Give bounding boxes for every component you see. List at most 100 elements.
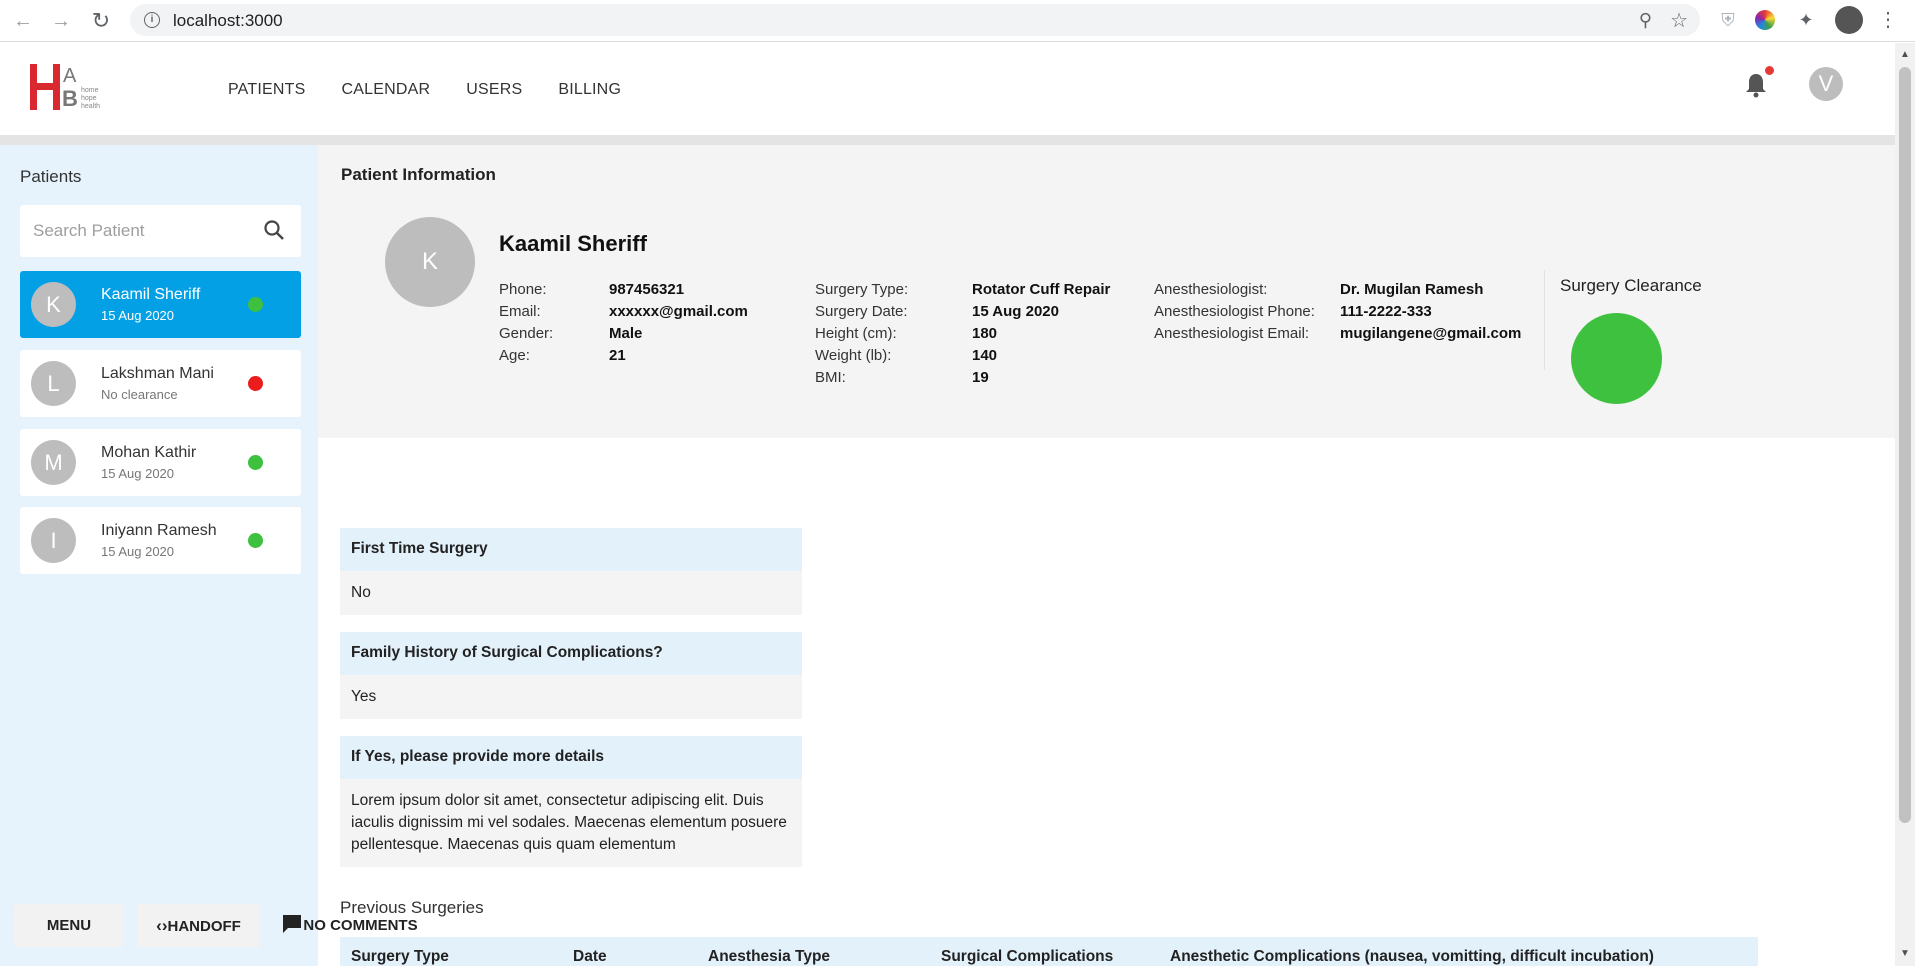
patient-list-item[interactable]: M Mohan Kathir 15 Aug 2020: [20, 429, 301, 496]
anesthesiologist-value: Dr. Mugilan Ramesh: [1340, 281, 1484, 298]
surgery-clearance-title: Surgery Clearance: [1560, 276, 1702, 295]
nav-calendar[interactable]: CALENDAR: [341, 81, 430, 99]
extensions-puzzle-icon[interactable]: ✦: [1794, 8, 1818, 32]
contact-info: Phone: 987456321 Email: xxxxxx@gmail.com…: [499, 279, 799, 369]
back-icon[interactable]: ←: [10, 8, 36, 34]
anesthesiologist-label: Anesthesiologist:: [1154, 281, 1268, 298]
search-icon[interactable]: [263, 219, 285, 241]
browser-toolbar: ← → ↻ i localhost:3000 ⚲ ☆ ⛨ ✦ ⋮: [0, 0, 1915, 42]
svg-text:health: health: [81, 103, 100, 110]
menu-button[interactable]: MENU: [14, 904, 124, 947]
surgery-date-value: 15 Aug 2020: [972, 303, 1059, 320]
sidebar-title: Patients: [20, 167, 82, 186]
svg-text:A: A: [63, 65, 77, 87]
anesthesiologist-phone-label: Anesthesiologist Phone:: [1154, 303, 1315, 320]
main-nav: PATIENTS CALENDAR USERS BILLING: [228, 81, 621, 99]
comments-button[interactable]: NO COMMENTS: [272, 904, 427, 947]
anesthesiologist-phone-value: 111-2222-333: [1340, 303, 1432, 320]
patient-name: Kaamil Sheriff: [101, 286, 201, 303]
surgery-date-label: Surgery Date:: [815, 303, 908, 320]
column-header: Anesthesia Type: [708, 948, 831, 965]
surgery-type-label: Surgery Type:: [815, 281, 909, 298]
patient-name: Iniyann Ramesh: [101, 522, 217, 539]
answer-text: No: [351, 584, 371, 601]
question-text: Family History of Surgical Complications…: [340, 632, 802, 675]
question-card: Family History of Surgical Complications…: [340, 632, 802, 719]
address-bar[interactable]: i localhost:3000 ⚲ ☆: [130, 4, 1700, 36]
height-label: Height (cm):: [815, 325, 897, 342]
anesthesiologist-info: Anesthesiologist: Dr. Mugilan Ramesh Ane…: [1154, 279, 1544, 347]
scroll-up-icon[interactable]: ▲: [1900, 49, 1910, 60]
svg-text:home: home: [81, 87, 99, 94]
nav-users[interactable]: USERS: [466, 81, 522, 99]
color-wheel-extension-icon[interactable]: [1755, 10, 1775, 30]
comment-icon: [283, 915, 302, 933]
reload-icon[interactable]: ↻: [88, 8, 114, 34]
question-text: First Time Surgery: [340, 528, 802, 571]
scroll-down-icon[interactable]: ▼: [1900, 948, 1910, 959]
bookmark-star-icon[interactable]: ☆: [1670, 8, 1688, 33]
handoff-button[interactable]: ‹›HANDOFF: [137, 904, 260, 947]
shield-extension-icon[interactable]: ⛨: [1716, 8, 1740, 32]
patient-list-item[interactable]: K Kaamil Sheriff 15 Aug 2020: [20, 271, 301, 338]
column-header: Date: [573, 948, 607, 965]
height-value: 180: [972, 325, 998, 342]
section-title: Patient Information: [341, 165, 496, 184]
email-value: xxxxxx@gmail.com: [609, 303, 748, 320]
email-label: Email:: [499, 303, 541, 320]
patient-avatar: M: [31, 440, 76, 485]
patient-information-panel: Patient Information K Kaamil Sheriff Pho…: [318, 145, 1895, 438]
weight-label: Weight (lb):: [815, 347, 892, 364]
code-chevrons-icon: ‹›: [156, 916, 168, 935]
notification-badge: [1765, 66, 1774, 75]
nav-patients[interactable]: PATIENTS: [228, 81, 305, 99]
app-logo[interactable]: A B home hope health: [30, 62, 112, 112]
patient-name: Lakshman Mani: [101, 365, 214, 382]
notification-bell-icon[interactable]: [1745, 72, 1767, 98]
patient-name-heading: Kaamil Sheriff: [499, 231, 647, 256]
phone-value: 987456321: [609, 281, 685, 298]
bmi-value: 19: [972, 369, 989, 386]
status-dot: [248, 376, 263, 391]
patients-sidebar: Patients Search Patient K Kaamil Sheriff…: [0, 145, 318, 966]
handoff-label: HANDOFF: [167, 918, 241, 935]
zoom-icon[interactable]: ⚲: [1639, 10, 1652, 31]
clearance-divider: [1544, 270, 1545, 370]
info-icon[interactable]: i: [144, 12, 160, 28]
user-avatar[interactable]: V: [1809, 67, 1843, 101]
browser-profile-avatar[interactable]: [1835, 6, 1863, 34]
nav-billing[interactable]: BILLING: [558, 81, 621, 99]
comments-label: NO COMMENTS: [303, 917, 418, 934]
patient-detail: Patient Information K Kaamil Sheriff Pho…: [318, 145, 1895, 966]
previous-surgeries-table-header: Surgery Type Date Anesthesia Type Surgic…: [340, 937, 1758, 966]
forward-icon[interactable]: →: [48, 8, 74, 34]
patient-list-item[interactable]: I Iniyann Ramesh 15 Aug 2020: [20, 507, 301, 574]
age-label: Age:: [499, 347, 530, 364]
anesthesiologist-email-value: mugilangene@gmail.com: [1340, 325, 1522, 342]
surgery-clearance-indicator: [1571, 313, 1662, 404]
patient-avatar: I: [31, 518, 76, 563]
status-dot: [248, 455, 263, 470]
weight-value: 140: [972, 347, 998, 364]
patient-subtitle: 15 Aug 2020: [101, 466, 175, 481]
patient-subtitle: No clearance: [101, 387, 178, 402]
svg-text:hope: hope: [81, 95, 97, 102]
patient-avatar-large: K: [385, 217, 475, 307]
column-header: Surgery Type: [351, 948, 449, 965]
answer-text: Yes: [351, 688, 377, 705]
question-card: First Time Surgery No: [340, 528, 802, 615]
status-dot: [248, 533, 263, 548]
page-scrollbar[interactable]: ▲ ▼: [1895, 43, 1915, 966]
bmi-label: BMI:: [815, 369, 846, 386]
browser-menu-icon[interactable]: ⋮: [1876, 8, 1900, 32]
scrollbar-thumb[interactable]: [1899, 67, 1911, 823]
question-text: If Yes, please provide more details: [340, 736, 802, 779]
gender-value: Male: [609, 325, 643, 342]
patient-avatar: K: [31, 282, 76, 327]
gender-label: Gender:: [499, 325, 554, 342]
search-patient-input[interactable]: Search Patient: [20, 205, 301, 257]
age-value: 21: [609, 347, 626, 364]
surgery-info: Surgery Type: Rotator Cuff Repair Surger…: [815, 279, 1135, 391]
patient-list-item[interactable]: L Lakshman Mani No clearance: [20, 350, 301, 417]
url-text: localhost:3000: [173, 11, 283, 30]
